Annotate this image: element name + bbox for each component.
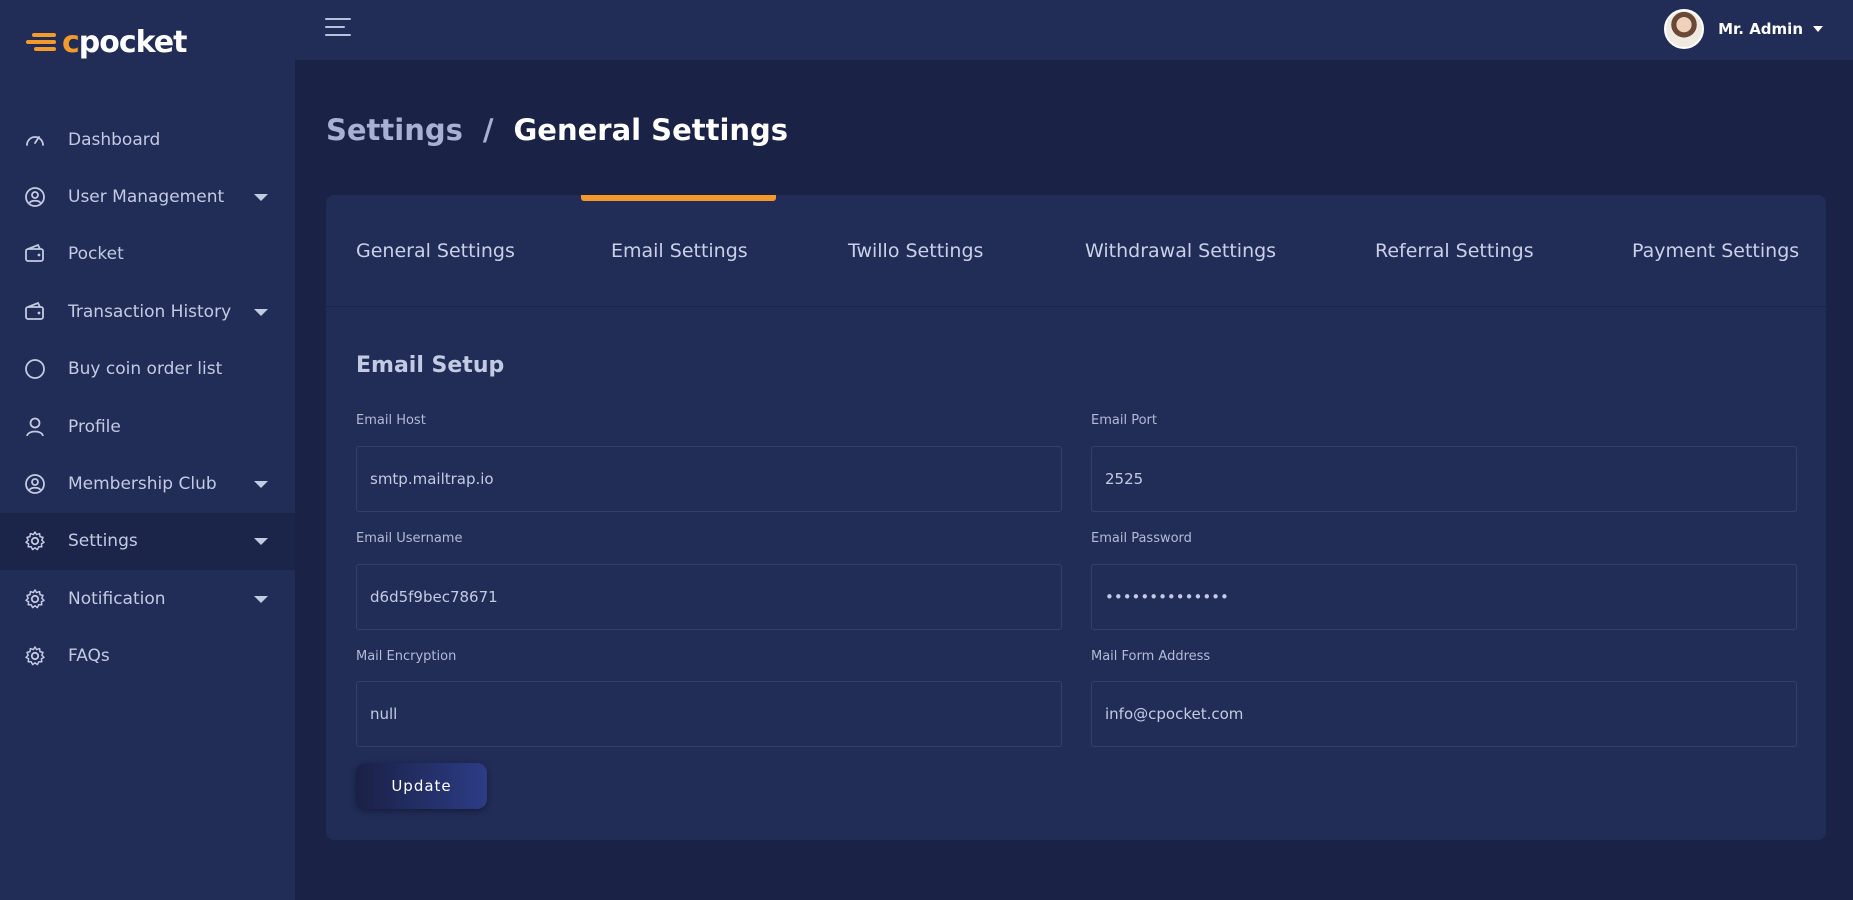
logo[interactable]: cpocket — [24, 22, 187, 62]
topbar: Mr. Admin — [295, 0, 1853, 60]
tab-withdrawal-settings[interactable]: Withdrawal Settings — [1085, 195, 1276, 307]
tab-twillo-settings[interactable]: Twillo Settings — [848, 195, 983, 307]
sidebar-item-label: Settings — [68, 531, 138, 552]
email-username-input[interactable]: d6d5f9bec78671 — [356, 564, 1062, 630]
breadcrumb-parent[interactable]: Settings — [326, 113, 463, 147]
tab-general-settings[interactable]: General Settings — [356, 195, 515, 307]
sidebar-item-dashboard[interactable]: Dashboard — [0, 111, 295, 168]
sidebar-item-notification[interactable]: Notification — [0, 570, 295, 627]
wallet-icon — [24, 301, 46, 323]
sidebar-nav: Dashboard User Management Pocket Transac… — [0, 111, 295, 685]
user-circle-icon — [24, 186, 46, 208]
sidebar-item-label: Notification — [68, 588, 166, 609]
breadcrumb: Settings / General Settings — [326, 113, 788, 147]
sidebar-item-label: Dashboard — [68, 129, 161, 150]
sidebar-item-label: Transaction History — [68, 301, 232, 322]
sidebar-item-profile[interactable]: Profile — [0, 398, 295, 455]
sidebar-item-label: FAQs — [68, 646, 110, 667]
sidebar-item-label: Membership Club — [68, 474, 217, 495]
email-port-input[interactable]: 2525 — [1091, 446, 1797, 512]
sidebar: cpocket Dashboard User Management Pocket — [0, 0, 295, 900]
logo-text: cpocket — [62, 24, 187, 60]
user-icon — [24, 416, 46, 438]
mail-encryption-label: Mail Encryption — [356, 649, 457, 664]
mail-encryption-input[interactable]: null — [356, 681, 1062, 747]
user-circle-icon — [24, 473, 46, 495]
sidebar-item-user-management[interactable]: User Management — [0, 168, 295, 225]
chevron-down-icon — [254, 194, 268, 202]
email-username-label: Email Username — [356, 531, 463, 546]
sidebar-item-label: User Management — [68, 187, 225, 208]
tab-email-settings[interactable]: Email Settings — [611, 195, 748, 307]
sidebar-item-pocket[interactable]: Pocket — [0, 226, 295, 283]
update-button[interactable]: Update — [356, 763, 487, 809]
email-password-input[interactable]: •••••••••••••• — [1091, 564, 1797, 630]
wallet-icon — [24, 243, 46, 265]
sidebar-item-buy-coin-order-list[interactable]: Buy coin order list — [0, 341, 295, 398]
email-host-input[interactable]: smtp.mailtrap.io — [356, 446, 1062, 512]
chevron-down-icon — [1813, 26, 1823, 32]
tab-payment-settings[interactable]: Payment Settings — [1632, 195, 1799, 307]
mail-from-address-label: Mail Form Address — [1091, 649, 1211, 664]
sidebar-item-label: Buy coin order list — [68, 359, 223, 380]
section-title: Email Setup — [356, 353, 505, 378]
email-port-label: Email Port — [1091, 413, 1157, 428]
hamburger-icon[interactable] — [325, 16, 351, 38]
sidebar-item-settings[interactable]: Settings — [0, 512, 295, 571]
chevron-down-icon — [254, 595, 268, 603]
gear-icon — [24, 645, 46, 667]
sidebar-item-membership-club[interactable]: Membership Club — [0, 455, 295, 512]
chevron-down-icon — [254, 481, 268, 489]
chevron-down-icon — [254, 308, 268, 316]
circle-icon — [24, 358, 46, 380]
page-title: General Settings — [513, 113, 789, 147]
sidebar-item-label: Profile — [68, 416, 121, 437]
email-password-label: Email Password — [1091, 531, 1192, 546]
mail-from-address-input[interactable]: info@cpocket.com — [1091, 681, 1797, 747]
settings-tabs: General Settings Email Settings Twillo S… — [326, 195, 1826, 307]
user-name: Mr. Admin — [1718, 20, 1803, 38]
sidebar-item-faqs[interactable]: FAQs — [0, 628, 295, 685]
sidebar-item-transaction-history[interactable]: Transaction History — [0, 283, 295, 340]
tab-referral-settings[interactable]: Referral Settings — [1375, 195, 1534, 307]
dashboard-gauge-icon — [24, 129, 46, 151]
gear-icon — [24, 588, 46, 610]
email-host-label: Email Host — [356, 413, 426, 428]
logo-speed-lines-icon — [24, 28, 60, 56]
chevron-down-icon — [254, 538, 268, 546]
avatar[interactable] — [1664, 9, 1705, 49]
sidebar-item-label: Pocket — [68, 244, 124, 265]
gear-icon — [24, 530, 46, 552]
settings-card: General Settings Email Settings Twillo S… — [326, 195, 1826, 840]
breadcrumb-separator: / — [482, 113, 494, 147]
user-menu[interactable]: Mr. Admin — [1664, 8, 1823, 50]
